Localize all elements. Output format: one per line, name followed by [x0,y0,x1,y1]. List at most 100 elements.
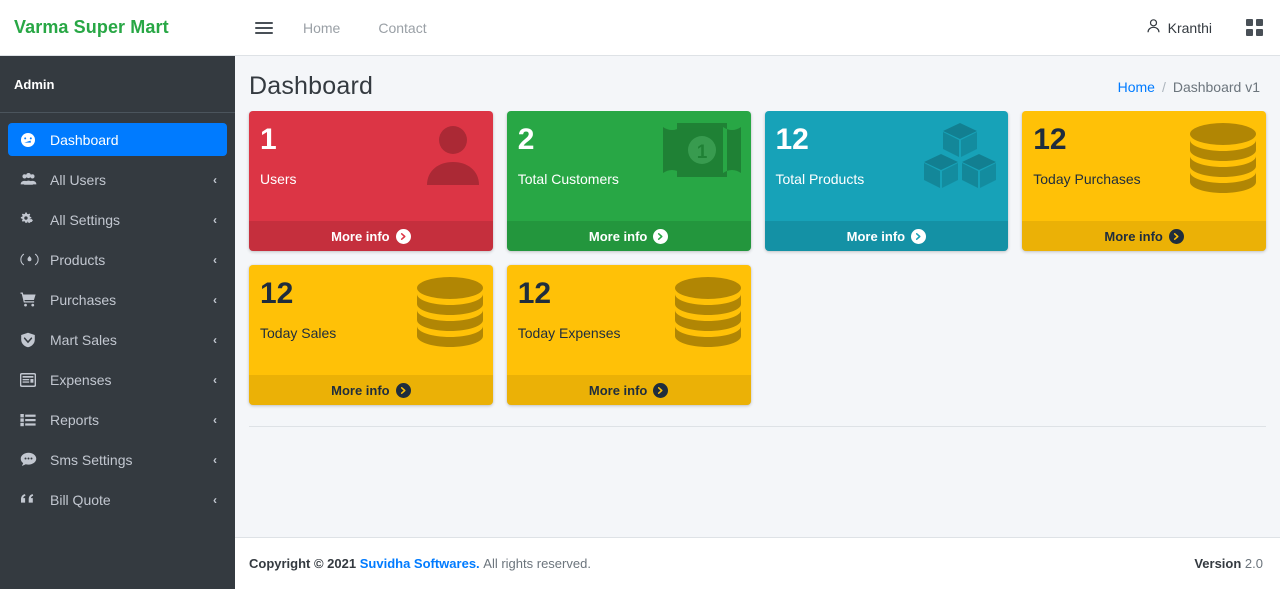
chevron-left-icon[interactable]: ‹ [213,454,217,466]
breadcrumb-home-link[interactable]: Home [1118,79,1155,95]
topbar-user-name: Kranthi [1167,19,1212,36]
sidebar-item-label: Reports [50,411,100,428]
sidebar-item-bill-quote[interactable]: Bill Quote ‹ [8,483,227,516]
sidebar-nav: Dashboard All Users ‹ All Settings ‹ Products… [0,113,235,523]
info-card-more-info-label: More info [846,228,906,244]
info-card-today-sales[interactable]: 12 Today Sales More info [249,265,493,405]
sidebar-item-expenses[interactable]: Expenses ‹ [8,363,227,396]
cart-icon [20,292,42,308]
chevron-left-icon[interactable]: ‹ [213,214,217,226]
info-card-more-info-button[interactable]: More info [764,221,1009,251]
info-card-label: Total Customers [517,171,619,187]
sidebar-item-reports[interactable]: Reports ‹ [8,403,227,436]
list-icon [20,412,42,428]
info-card-more-info-button[interactable]: More info [506,221,751,251]
info-card-label: Total Products [775,171,865,187]
comment-icon [20,452,42,468]
breadcrumb: Home / Dashboard v1 [1118,79,1260,95]
chevron-left-icon[interactable]: ‹ [213,294,217,306]
info-card-value: 12 [1033,123,1067,156]
sidebar-item-label: Bill Quote [50,491,111,508]
info-card-label: Today Sales [260,325,337,341]
info-card-total-customers[interactable]: 1 2 Total Customers More info [506,111,751,251]
chevron-left-icon[interactable]: ‹ [213,414,217,426]
info-card-more-info-button[interactable]: More info [249,375,493,405]
topnav-link-home[interactable]: Home [303,20,340,36]
info-card-value: 12 [260,277,294,310]
sidebar-item-label: Purchases [50,291,117,308]
chevron-left-icon[interactable]: ‹ [213,374,217,386]
info-card-value: 1 [260,123,277,156]
sidebar-item-sms-settings[interactable]: Sms Settings ‹ [8,443,227,476]
breadcrumb-current: Dashboard v1 [1172,78,1260,95]
sidebar-user-panel[interactable]: Admin [0,56,235,113]
footer-rights: All rights reserved. [483,556,591,571]
chevron-left-icon[interactable]: ‹ [213,174,217,186]
info-card-label: Today Expenses [517,325,621,341]
info-card-value: 12 [775,123,809,156]
sidebar-item-label: Mart Sales [50,331,117,348]
app-root: Varma Super Mart Admin Dashboard All User… [0,0,1280,589]
info-card-more-info-label: More info [331,382,390,398]
top-navbar: Home Contact Kranthi [235,0,1280,56]
chevron-left-icon[interactable]: ‹ [213,334,217,346]
info-card-row-2: 12 Today Sales More info 12 Today Expenses Mo… [249,265,1266,405]
footer-company-link[interactable]: Suvidha Softwares. [360,556,480,571]
topnav-link-contact[interactable]: Contact [378,20,426,36]
sidebar-item-purchases[interactable]: Purchases ‹ [8,283,227,316]
chevron-left-icon[interactable]: ‹ [213,254,217,266]
info-card-total-products[interactable]: 12 Total Products More info [764,111,1009,251]
topbar-user-menu[interactable]: Kranthi [1146,18,1212,37]
card-slot-empty [1022,265,1266,405]
info-card-more-info-label: More info [331,228,390,244]
user-icon [1146,18,1161,37]
info-card-today-purchases[interactable]: 12 Today Purchases More info [1022,111,1266,251]
sidebar-item-products[interactable]: Products ‹ [8,243,227,276]
sidebar-item-dashboard[interactable]: Dashboard [8,123,227,156]
content-area: 1 Users More info 1 2 Total Customers More inf… [235,111,1280,537]
chevron-left-icon[interactable]: ‹ [213,494,217,506]
info-card-users[interactable]: 1 Users More info [249,111,493,251]
product-tag-icon [20,252,42,268]
arrow-circle-right-icon [653,228,669,244]
sidebar-item-mart-sales[interactable]: Mart Sales ‹ [8,323,227,356]
sidebar-item-label: Products [50,251,106,268]
quote-icon [20,492,42,508]
content-divider [249,426,1266,427]
arrow-circle-right-icon [395,382,411,398]
page-footer: Copyright © 2021 Suvidha Softwares. All … [235,537,1280,589]
arrow-circle-right-icon [653,382,669,398]
grid-icon[interactable] [1246,19,1263,36]
card-slot-empty [765,265,1009,405]
info-card-more-info-button[interactable]: More info [506,375,751,405]
brand-name: Varma Super Mart [14,17,169,37]
sidebar-item-all-users[interactable]: All Users ‹ [8,163,227,196]
arrow-circle-right-icon [395,228,411,244]
info-card-more-info-label: More info [588,228,648,244]
info-card-more-info-label: More info [588,382,648,398]
sidebar-item-all-settings[interactable]: All Settings ‹ [8,203,227,236]
info-card-more-info-button[interactable]: More info [1022,221,1266,251]
footer-version-label: Version [1194,556,1242,571]
main-area: Home Contact Kranthi Dashboard Home / Da… [235,0,1280,589]
footer-version-number: 2.0 [1244,556,1263,571]
arrow-circle-right-icon [1168,228,1184,244]
content-header: Dashboard Home / Dashboard v1 [235,56,1280,111]
sidebar-item-label: All Users [50,171,107,188]
sidebar-item-label: All Settings [50,211,121,228]
arrow-circle-right-icon [911,228,927,244]
window-icon [20,372,42,388]
brand-logo[interactable]: Varma Super Mart [0,0,235,56]
sidebar-item-label: Expenses [50,371,112,388]
info-card-today-expenses[interactable]: 12 Today Expenses More info [506,265,751,405]
hamburger-icon[interactable] [255,19,273,37]
tachometer-icon [20,132,42,148]
sidebar-user-name: Admin [14,76,55,92]
users-icon [20,172,42,188]
info-card-label: Today Purchases [1033,171,1141,187]
info-card-label: Users [260,171,297,187]
info-card-value: 12 [517,277,552,310]
info-card-more-info-button[interactable]: More info [249,221,493,251]
sidebar-item-label: Dashboard [50,131,119,148]
gears-icon [20,212,42,228]
